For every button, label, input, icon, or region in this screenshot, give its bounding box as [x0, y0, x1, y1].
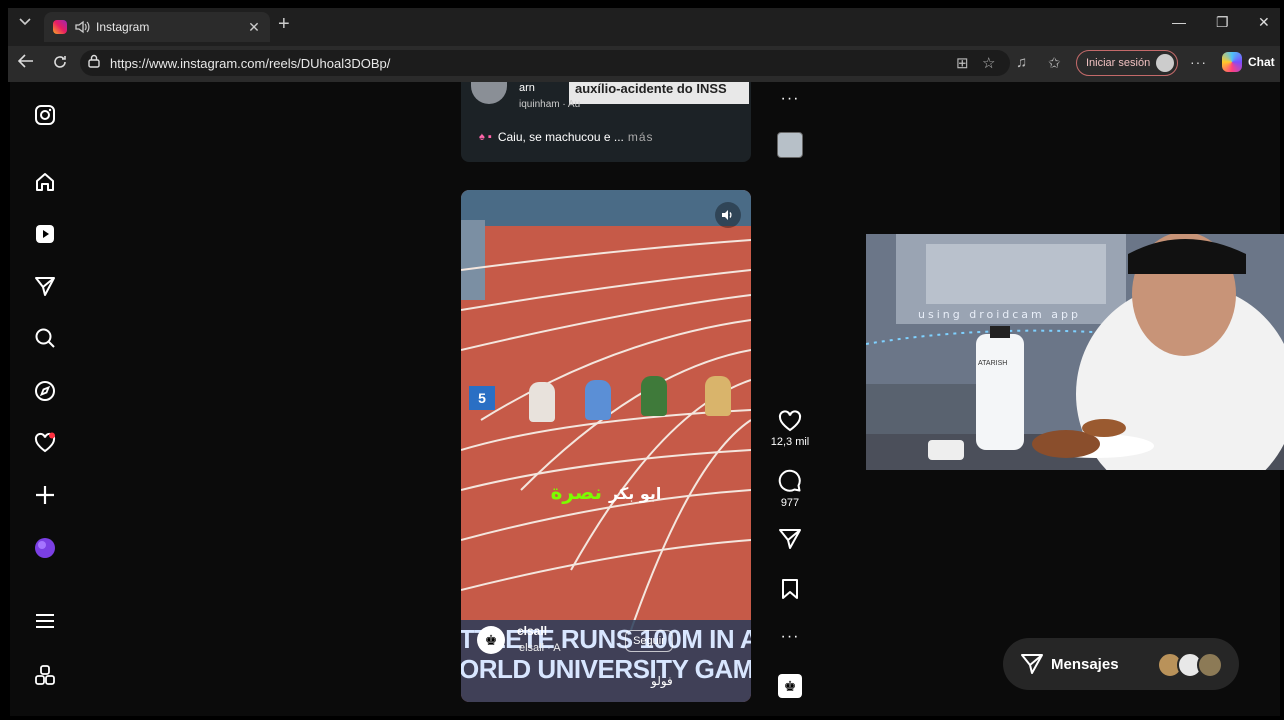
audio-thumbnail [777, 132, 803, 158]
message-avatars [1157, 652, 1223, 678]
previous-reel-music[interactable]: iquinham · Au [519, 99, 580, 110]
speaker-icon[interactable] [74, 20, 90, 34]
send-icon [1021, 654, 1043, 674]
instagram-favicon-icon [53, 20, 67, 34]
heart-icon [778, 410, 802, 432]
lane-number-marker: 5 [469, 386, 495, 410]
comment-count: 977 [780, 497, 800, 509]
explore-compass-icon[interactable] [34, 380, 56, 402]
settings-more-icon[interactable]: ··· [1190, 54, 1207, 70]
bottle-label: ATARISH [978, 360, 1008, 367]
reel-username[interactable]: elsall [517, 624, 547, 638]
caption-more-link[interactable]: más [628, 130, 654, 144]
messages-label: Mensajes [1051, 655, 1119, 673]
menu-hamburger-icon[interactable] [34, 610, 56, 632]
reel-video[interactable]: 5 ابو بكر نصرة TTLETE RUNS 100M IN ABC O… [461, 190, 751, 702]
bookmark-icon [782, 579, 798, 599]
profile-avatar-icon [1156, 54, 1175, 72]
droidcam-watermark: using droidcam app [918, 308, 1081, 321]
reel-music-info[interactable]: elsall · A [519, 642, 561, 654]
avatar [1197, 652, 1223, 678]
search-icon[interactable] [34, 327, 56, 349]
previous-reel-audio-thumb[interactable] [770, 132, 810, 158]
media-control-icon[interactable]: ♫ [1016, 54, 1027, 71]
audio-thumbnail: ♚ [778, 674, 802, 698]
subtitle-white-text: ابو بكر [609, 484, 662, 503]
copilot-label: Chat [1248, 55, 1275, 69]
tab-actions-menu-button[interactable] [12, 10, 38, 34]
reels-icon[interactable] [34, 223, 56, 245]
browser-tab-instagram[interactable]: Instagram ✕ [44, 12, 270, 42]
reel-actions: ··· 12,3 mil 977 ··· ♚ [770, 82, 810, 716]
favorites-icon[interactable]: ✩ [1048, 54, 1061, 72]
reel-more-icon[interactable]: ··· [770, 628, 810, 646]
lock-icon[interactable] [88, 54, 104, 73]
home-icon[interactable] [34, 171, 56, 193]
save-button[interactable] [770, 578, 810, 600]
reel-audio-thumb[interactable]: ♚ [770, 674, 810, 698]
previous-reel-caption-text: Caiu, se machucou e ... [497, 130, 624, 144]
profile-avatar[interactable] [34, 537, 56, 559]
messages-send-icon[interactable] [34, 275, 56, 297]
tab-title: Instagram [96, 20, 150, 34]
chevron-down-icon [19, 18, 31, 26]
webcam-scene [866, 234, 1284, 470]
minimize-button[interactable]: — [1172, 14, 1186, 30]
back-arrow-icon[interactable] [17, 54, 34, 73]
webcam-overlay: using droidcam app ATARISH [866, 234, 1284, 470]
comment-icon [778, 469, 801, 492]
reel-caption-arabic: فولو [651, 674, 673, 688]
previous-reel-username[interactable]: arn [519, 82, 535, 94]
previous-reel-more-icon[interactable]: ··· [770, 90, 810, 108]
like-button[interactable]: 12,3 mil [770, 410, 810, 448]
threads-apps-icon[interactable] [34, 664, 56, 686]
previous-reel-avatar[interactable] [471, 82, 507, 104]
signin-button[interactable]: Iniciar sesión [1076, 50, 1178, 76]
speaker-icon [722, 210, 732, 220]
previous-reel-banner: auxílio-acidente do INSS [569, 82, 749, 104]
reel-author-avatar[interactable]: ♚ [477, 626, 505, 654]
messages-button[interactable]: Mensajes [1003, 638, 1239, 690]
comment-button[interactable]: 977 [770, 469, 810, 509]
caption-emoji-icon: ♠ ▪ [479, 131, 492, 143]
reload-icon[interactable] [52, 54, 68, 75]
video-headline: TTLETE RUNS 100M IN ABC ORLD UNIVERSITY … [461, 624, 751, 684]
previous-reel-card[interactable]: auxílio-acidente do INSS arn iquinham · … [461, 82, 751, 162]
previous-reel-caption[interactable]: ♠ ▪ Caiu, se machucou e ... más [479, 130, 654, 144]
runner [705, 376, 731, 416]
runner [641, 376, 667, 416]
subtitle-green-text: نصرة [550, 480, 603, 504]
mute-toggle-button[interactable] [715, 202, 741, 228]
copilot-logo-icon [1222, 52, 1242, 72]
runner [585, 380, 611, 420]
instagram-sidebar [10, 82, 80, 716]
restore-button[interactable]: ❐ [1216, 14, 1229, 31]
signin-label: Iniciar sesión [1086, 57, 1151, 69]
address-bar[interactable]: https://www.instagram.com/reels/DUhoal3D… [80, 50, 1010, 76]
app-available-icon[interactable]: ⊞ [956, 54, 969, 72]
share-button[interactable] [770, 528, 810, 550]
close-window-button[interactable]: ✕ [1258, 14, 1270, 31]
new-tab-button[interactable]: + [278, 14, 290, 34]
favorite-star-icon[interactable]: ☆ [982, 54, 995, 72]
send-icon [779, 529, 801, 549]
instagram-logo-icon[interactable] [34, 104, 56, 126]
headline-line-2: ORLD UNIVERSITY GAMES [461, 654, 751, 684]
copilot-chat-button[interactable]: Chat [1222, 52, 1275, 72]
runner [529, 382, 555, 422]
follow-button[interactable]: Seguir [625, 630, 673, 652]
video-subtitle: ابو بكر نصرة [461, 480, 751, 504]
tab-close-icon[interactable]: ✕ [244, 19, 264, 36]
like-count: 12,3 mil [770, 436, 810, 448]
notifications-heart-icon[interactable] [34, 432, 56, 454]
url-text: https://www.instagram.com/reels/DUhoal3D… [110, 55, 391, 71]
create-plus-icon[interactable] [34, 484, 56, 506]
